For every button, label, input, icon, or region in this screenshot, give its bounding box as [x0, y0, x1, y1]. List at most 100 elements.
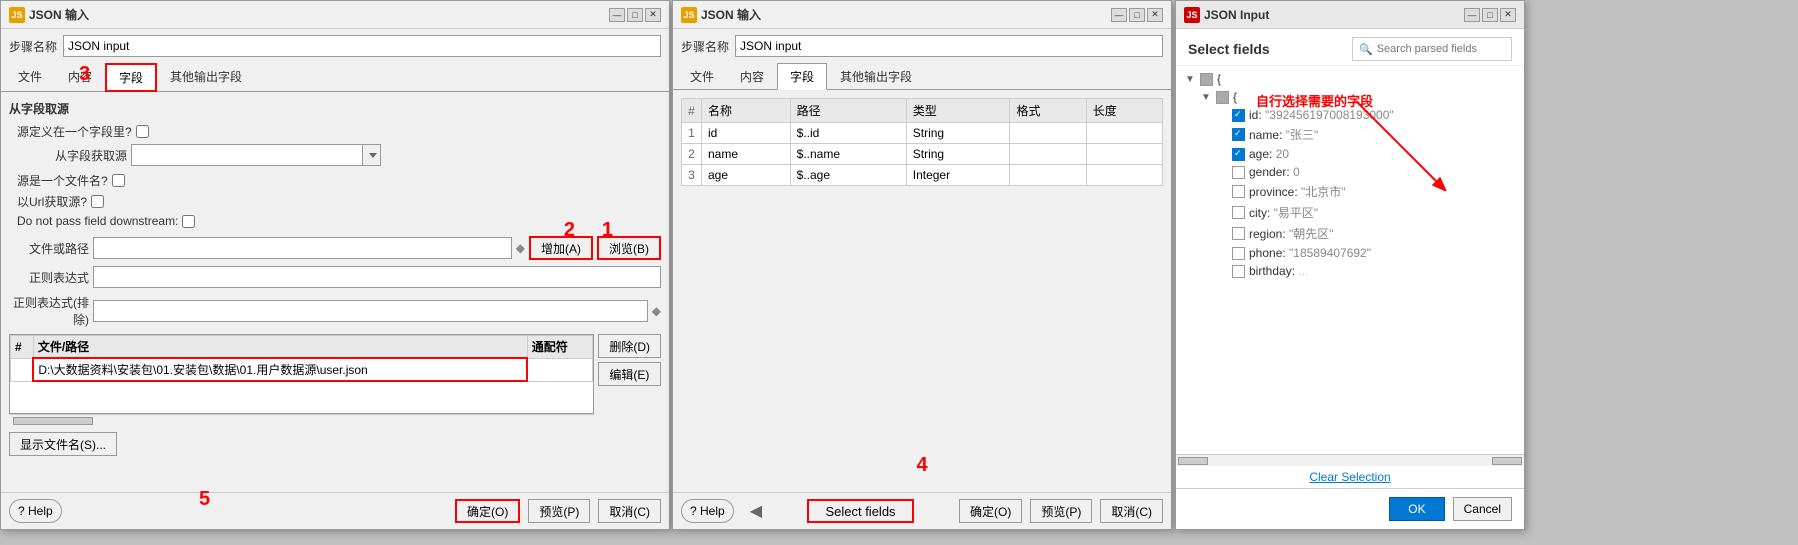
dialog1-regex-input[interactable]: [93, 266, 661, 288]
dialog1-delete-btn[interactable]: 删除(D): [598, 334, 661, 358]
dialog2-titlebar: JS JSON 输入 — □ ✕: [673, 1, 1171, 29]
tree-checkbox-birthday[interactable]: [1232, 265, 1245, 278]
dialog2-row3-num: 3: [682, 165, 702, 186]
dialog1-minimize-btn[interactable]: —: [609, 8, 625, 22]
dialog1-tab-fields[interactable]: 字段: [105, 63, 157, 92]
dialog1-close-btn[interactable]: ✕: [645, 8, 661, 22]
dialog1-isfile-checkbox[interactable]: [112, 174, 125, 187]
dialog2-ok-btn[interactable]: 确定(O): [959, 499, 1022, 523]
dialog1-help-btn[interactable]: ? Help: [9, 499, 62, 523]
dialog3-hscroll-thumb2[interactable]: [1492, 457, 1522, 465]
dialog1-get-from-combo[interactable]: [131, 144, 381, 166]
dialog1-add-btn[interactable]: 增加(A): [529, 236, 593, 260]
dialog1-regex-excl-label: 正则表达式(排除): [9, 294, 89, 328]
dialog1-scrollbar-h[interactable]: [9, 414, 594, 426]
dialog2-preview-btn[interactable]: 预览(P): [1030, 499, 1092, 523]
dialog2-tab-file[interactable]: 文件: [677, 63, 727, 90]
dialog3-clear-selection[interactable]: Clear Selection: [1305, 466, 1394, 488]
dialog1-useurl-label: 以Url获取源?: [17, 193, 87, 210]
dialog3-close-btn[interactable]: ✕: [1500, 8, 1516, 22]
tree-fieldval-city: "易平区": [1274, 206, 1319, 220]
dialog3-hscroll-thumb[interactable]: [1178, 457, 1208, 465]
dialog3-controls: — □ ✕: [1464, 8, 1516, 22]
tree-checkbox-phone[interactable]: [1232, 247, 1245, 260]
tree-checkbox-province[interactable]: [1232, 185, 1245, 198]
tree-checkbox-city[interactable]: [1232, 206, 1245, 219]
dialog2-close-btn[interactable]: ✕: [1147, 8, 1163, 22]
dialog2-tab-other[interactable]: 其他输出字段: [827, 63, 925, 90]
dialog1-get-from-dropdown[interactable]: [362, 145, 380, 165]
dialog2-help-btn[interactable]: ? Help: [681, 499, 734, 523]
dialog2-tab-content[interactable]: 内容: [727, 63, 777, 90]
dialog1-regex-excl-input[interactable]: [93, 300, 648, 322]
dialog3-minimize-btn[interactable]: —: [1464, 8, 1480, 22]
dialog2-row2-length: [1086, 144, 1162, 165]
dialog1-define-checkbox[interactable]: [136, 125, 149, 138]
dialog3-maximize-btn[interactable]: □: [1482, 8, 1498, 22]
dialog1-filepath-input[interactable]: [93, 237, 512, 259]
dialog1-tabs: 文件 内容 字段 其他输出字段: [1, 63, 669, 92]
table-row[interactable]: 2 name $..name String: [682, 144, 1163, 165]
tree-checkbox-name[interactable]: [1232, 128, 1245, 141]
tree-checkbox-region[interactable]: [1232, 227, 1245, 240]
dialog2-title: JS JSON 输入: [681, 6, 761, 23]
tree-node-city: city: "易平区": [1216, 202, 1516, 223]
dialog2-tab-fields[interactable]: 字段: [777, 63, 827, 90]
dialog1-nopass-label: Do not pass field downstream:: [17, 214, 178, 228]
dialog2-row2-format: [1010, 144, 1086, 165]
dialog1-get-from-input[interactable]: [132, 145, 362, 165]
tree-fieldval-birthday: ...: [1298, 264, 1308, 278]
dialog1-edit-btn[interactable]: 编辑(E): [598, 362, 661, 386]
dialog2-step-input[interactable]: [735, 35, 1163, 57]
dialog1-regex-excl-row: 正则表达式(排除) ◆: [9, 294, 661, 328]
dialog2-cancel-btn[interactable]: 取消(C): [1100, 499, 1163, 523]
dialog1-show-filename-btn[interactable]: 显示文件名(S)...: [9, 432, 117, 456]
dialog2-select-fields-btn[interactable]: Select fields: [807, 499, 913, 523]
dialog2-maximize-btn[interactable]: □: [1129, 8, 1145, 22]
dialog1-cancel-btn[interactable]: 取消(C): [598, 499, 661, 523]
dialog1-ok-btn[interactable]: 确定(O): [455, 499, 520, 523]
dialog1-maximize-btn[interactable]: □: [627, 8, 643, 22]
dialog1-preview-btn[interactable]: 预览(P): [528, 499, 590, 523]
dialog1-file-table: # 文件/路径 通配符 D:\大数据资料\安装包\01.安装包\数据\01.用户…: [10, 335, 593, 382]
tree-checkbox-age[interactable]: [1232, 148, 1245, 161]
tree-fieldname-birthday: birthday: [1249, 264, 1292, 278]
dialog1-scrollbar-thumb[interactable]: [13, 417, 93, 425]
tree-checkbox-id[interactable]: [1232, 109, 1245, 122]
dialog2-row2-name: name: [702, 144, 791, 165]
dialog1-useurl-checkbox[interactable]: [91, 195, 104, 208]
table-row[interactable]: 1 id $..id String: [682, 123, 1163, 144]
table-row[interactable]: D:\大数据资料\安装包\01.安装包\数据\01.用户数据源\user.jso…: [11, 358, 593, 381]
tree-fieldname-gender: gender: [1249, 165, 1286, 179]
tree-checkbox-root2[interactable]: [1216, 91, 1229, 104]
dialog2-minimize-btn[interactable]: —: [1111, 8, 1127, 22]
dialog1-regex-label: 正则表达式: [9, 269, 89, 286]
tree-expand-2[interactable]: ▼: [1200, 91, 1212, 103]
dialog3-header-title: Select fields: [1188, 41, 1270, 57]
tree-expand-1[interactable]: ▼: [1184, 73, 1196, 85]
dialog3-ok-btn[interactable]: OK: [1389, 497, 1444, 521]
select-fields-dialog: JS JSON Input — □ ✕ Select fields 🔍 ▼ { …: [1175, 0, 1525, 530]
dialog1-tab-file[interactable]: 文件: [5, 63, 55, 92]
tree-fieldval-id: "392456197008193000": [1265, 108, 1394, 122]
table-row[interactable]: 3 age $..age Integer: [682, 165, 1163, 186]
dialog1-step-input[interactable]: [63, 35, 661, 57]
dialog1-tab-other[interactable]: 其他输出字段: [157, 63, 255, 92]
dialog1-icon: JS: [9, 7, 25, 23]
dialog1-get-from-row: 从字段获取源: [37, 144, 661, 166]
dialog1-table-area: # 文件/路径 通配符 D:\大数据资料\安装包\01.安装包\数据\01.用户…: [9, 334, 661, 426]
dialog3-search-box[interactable]: 🔍: [1352, 37, 1512, 61]
tree-checkbox-root1[interactable]: [1200, 73, 1213, 86]
dialog2-row1-num: 1: [682, 123, 702, 144]
dialog1-nopass-checkbox[interactable]: [182, 215, 195, 228]
dialog3-hscrollbar[interactable]: [1176, 454, 1524, 466]
dialog2-nav-left[interactable]: ◀: [750, 501, 762, 521]
dialog2-row2-type: String: [906, 144, 1010, 165]
annotation-1: 1: [602, 219, 613, 242]
dialog2-controls: — □ ✕: [1111, 8, 1163, 22]
dialog1-footer: ? Help 确定(O) 预览(P) 取消(C): [1, 492, 669, 529]
dialog3-search-input[interactable]: [1377, 43, 1497, 55]
tree-node-region: region: "朝先区": [1216, 223, 1516, 244]
tree-checkbox-gender[interactable]: [1232, 166, 1245, 179]
dialog3-cancel-btn[interactable]: Cancel: [1453, 497, 1512, 521]
